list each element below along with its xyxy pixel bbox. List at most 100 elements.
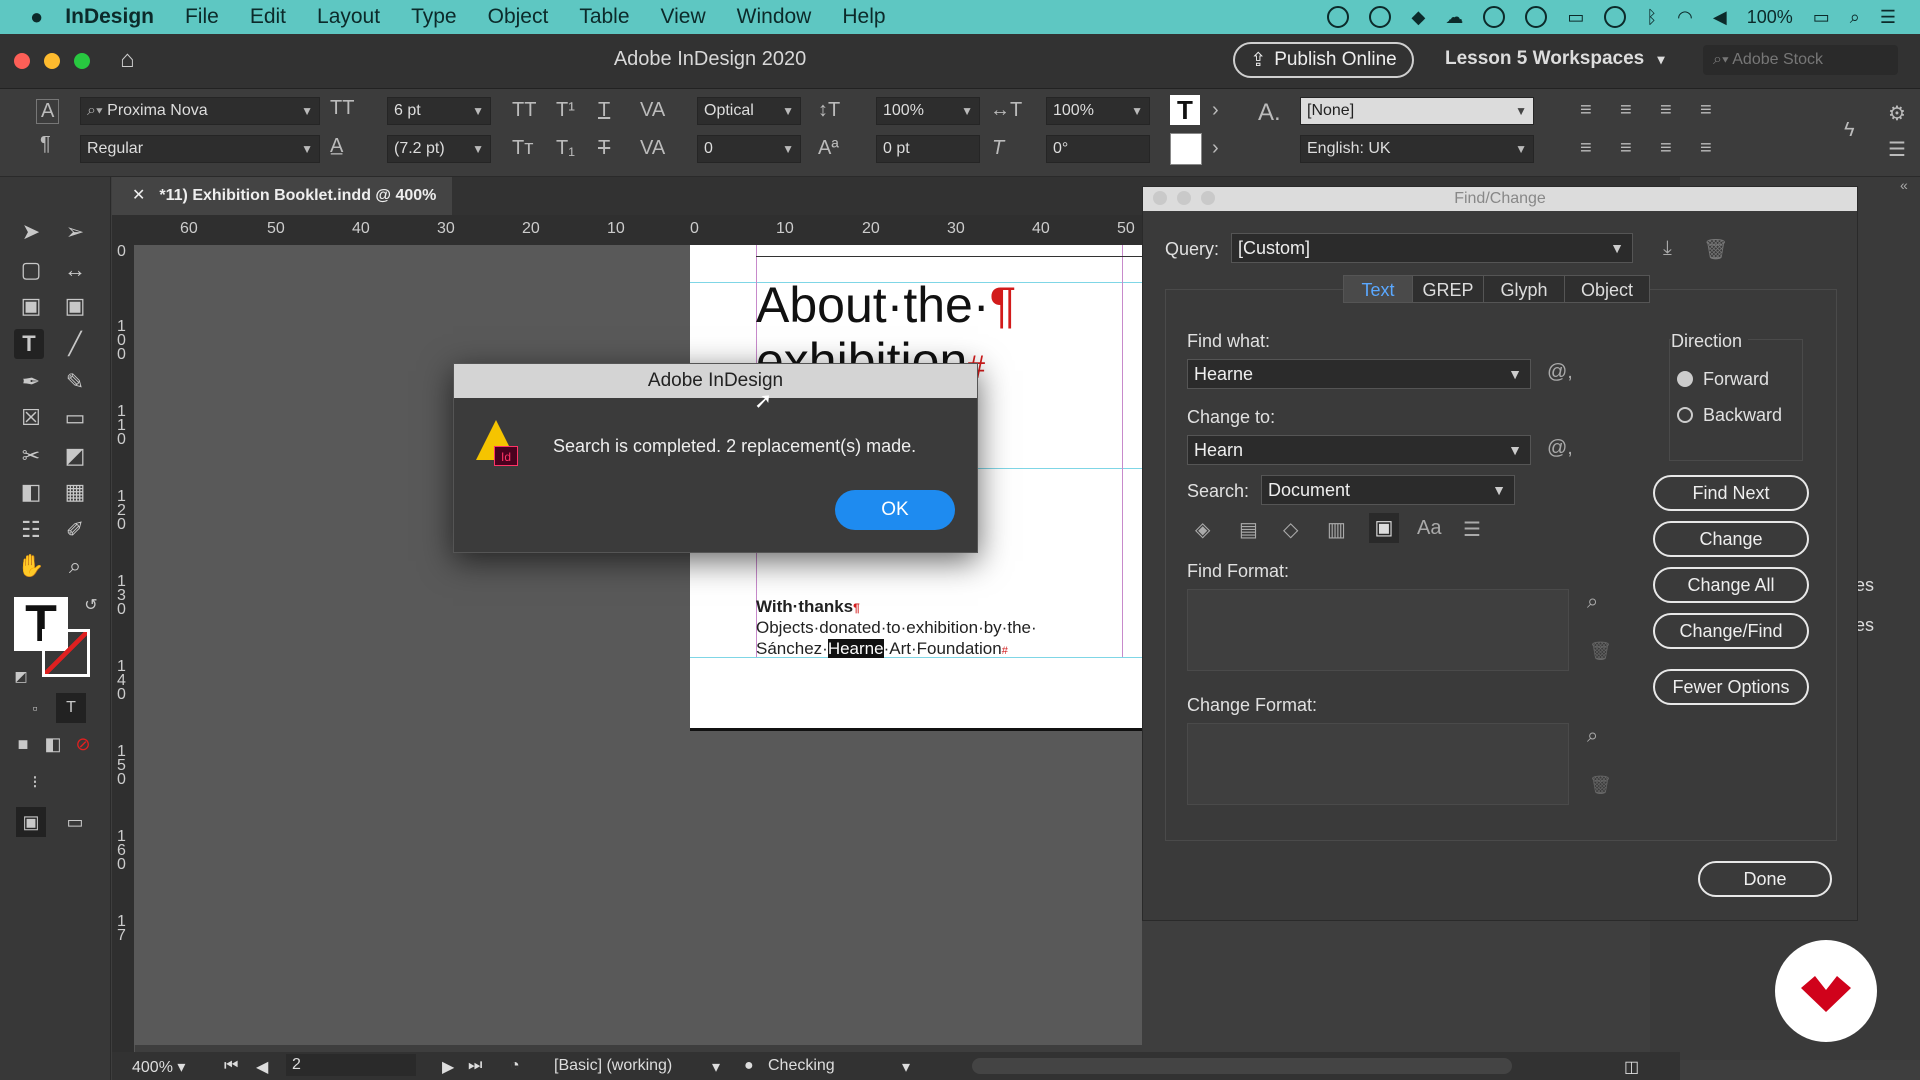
lightning-icon[interactable]: ϟ (1844, 119, 1855, 142)
body-line-2[interactable]: Sánchez·Hearne·Art·Foundation# (756, 639, 1008, 659)
horizontal-scrollbar[interactable] (972, 1058, 1512, 1074)
find-format-box[interactable] (1187, 589, 1569, 671)
kerning-field[interactable]: Optical ▼ (697, 97, 801, 125)
selection-tool-icon[interactable]: ➤ (16, 217, 46, 247)
type-tool-icon[interactable]: T (14, 329, 44, 359)
time-machine-icon[interactable] (1604, 6, 1627, 28)
next-page-icon[interactable]: ▶ (442, 1057, 454, 1077)
include-footnotes-icon[interactable]: ▣ (1369, 513, 1399, 543)
gap-tool-icon[interactable]: ↔ (60, 255, 90, 285)
apply-gradient-icon[interactable]: ◧ (38, 729, 68, 759)
eyedropper-tool-icon[interactable]: ✐ (60, 515, 90, 545)
search-scope-dropdown[interactable]: Document ▼ (1261, 475, 1515, 505)
note-tool-icon[interactable]: ☷ (16, 515, 46, 545)
strikethrough-icon[interactable]: T (598, 137, 610, 160)
ok-button[interactable]: OK (835, 490, 955, 530)
collapse-panels-icon[interactable]: « (1900, 177, 1908, 193)
adobe-stock-search[interactable]: ⌕▾ Adobe Stock (1703, 45, 1898, 75)
special-characters-icon[interactable]: @, (1547, 437, 1573, 460)
control-center-icon[interactable]: ☰ (1880, 7, 1896, 28)
first-page-icon[interactable]: ⏮ (224, 1057, 238, 1075)
whole-word-icon[interactable]: ☰ (1463, 517, 1481, 542)
language-field[interactable]: English: UK ▼ (1300, 135, 1534, 163)
justify-center-icon[interactable]: ≡ (1620, 137, 1632, 160)
menu-window[interactable]: Window (737, 5, 812, 29)
rectangle-tool-icon[interactable]: ▭ (60, 403, 90, 433)
content-collector-icon[interactable]: ▣ (16, 291, 46, 321)
trash-icon[interactable]: 🗑 (1589, 641, 1612, 662)
default-colors-icon[interactable]: ◩ (6, 661, 36, 691)
normal-view-icon[interactable]: ▣ (16, 807, 46, 837)
dropbox-icon[interactable]: ◆ (1411, 7, 1425, 28)
battery-icon[interactable]: ▭ (1813, 7, 1830, 28)
trash-icon[interactable]: 🗑 (1703, 237, 1728, 262)
last-page-icon[interactable]: ⏭ (468, 1057, 482, 1075)
split-view-icon[interactable]: ◫ (1624, 1057, 1639, 1077)
forward-radio[interactable] (1677, 371, 1693, 387)
close-dialog-button[interactable] (1153, 191, 1167, 205)
hand-tool-icon[interactable]: ✋ (16, 551, 46, 581)
change-button[interactable]: Change (1653, 521, 1809, 557)
document-tab[interactable]: ✕ *11) Exhibition Booklet.indd @ 400% (112, 177, 452, 215)
align-right-icon[interactable]: ≡ (1660, 99, 1672, 122)
chevron-right-icon[interactable]: › (1212, 99, 1219, 122)
font-style-field[interactable]: Regular ▼ (80, 135, 320, 163)
find-what-input[interactable]: Hearne ▼ (1187, 359, 1531, 389)
zoom-field[interactable]: 400% ▾ (132, 1057, 185, 1077)
tab-glyph[interactable]: Glyph (1483, 275, 1565, 303)
align-left-icon[interactable]: ≡ (1580, 99, 1592, 122)
include-master-pages-icon[interactable]: ▥ (1327, 517, 1346, 542)
specify-change-format-icon[interactable]: ⌕ (1587, 725, 1598, 748)
creative-cloud-icon[interactable] (1369, 6, 1392, 28)
underline-icon[interactable]: T (598, 99, 610, 122)
specify-find-format-icon[interactable]: ⌕ (1587, 591, 1598, 614)
line-tool-icon[interactable]: ╱ (60, 329, 90, 359)
gradient-feather-tool-icon[interactable]: ▦ (60, 477, 90, 507)
sync-icon[interactable] (1483, 6, 1506, 28)
save-query-icon[interactable]: ⤓ (1663, 237, 1672, 260)
apply-none-icon[interactable]: ⊘ (68, 729, 98, 759)
chevron-down-icon[interactable]: ▾ (712, 1057, 720, 1077)
thanks-line[interactable]: With·thanks¶ (756, 597, 860, 617)
chevron-right-icon[interactable]: › (1212, 137, 1219, 160)
swap-colors-icon[interactable]: ↺ (76, 591, 106, 621)
case-sensitive-icon[interactable]: Aa (1417, 517, 1441, 540)
font-size-field[interactable]: 6 pt ▼ (387, 97, 491, 125)
tab-grep[interactable]: GREP (1412, 275, 1484, 303)
menu-layout[interactable]: Layout (317, 5, 380, 29)
tab-text[interactable]: Text (1343, 275, 1413, 303)
workspace-switcher[interactable]: Lesson 5 Workspaces ▾ (1445, 48, 1665, 70)
screen-mode-icon[interactable]: ▭ (60, 807, 90, 837)
fewer-options-button[interactable]: Fewer Options (1653, 669, 1809, 705)
character-style-field[interactable]: [None] ▼ (1300, 97, 1534, 125)
menu-edit[interactable]: Edit (250, 5, 286, 29)
pen-tool-icon[interactable]: ✒ (16, 367, 46, 397)
menu-app[interactable]: InDesign (65, 5, 154, 29)
align-away-spine-icon[interactable]: ≡ (1700, 137, 1712, 160)
superscript-icon[interactable]: T¹ (556, 99, 575, 122)
rectangle-frame-tool-icon[interactable]: ☒ (16, 403, 46, 433)
align-center-icon[interactable]: ≡ (1620, 99, 1632, 122)
fill-color-icon[interactable]: T (1170, 95, 1200, 125)
formatting-container-icon[interactable]: ▫ (20, 693, 50, 723)
menu-table[interactable]: Table (579, 5, 629, 29)
content-placer-icon[interactable]: ▣ (60, 291, 90, 321)
scissors-tool-icon[interactable]: ✂ (16, 441, 46, 471)
menu-type[interactable]: Type (411, 5, 457, 29)
paragraph-formatting-icon[interactable]: ¶ (40, 133, 51, 156)
backward-radio[interactable] (1677, 407, 1693, 423)
wifi-icon[interactable]: ◠ (1677, 7, 1693, 28)
leading-field[interactable]: (7.2 pt) ▼ (387, 135, 491, 163)
justify-all-icon[interactable]: ≡ (1660, 137, 1672, 160)
align-towards-spine-icon[interactable]: ≡ (1700, 99, 1712, 122)
gear-icon[interactable]: ⚙ (1888, 101, 1906, 126)
minimize-dialog-button[interactable] (1177, 191, 1191, 205)
zoom-tool-icon[interactable]: ⌕ (60, 551, 90, 581)
menu-file[interactable]: File (185, 5, 219, 29)
small-caps-icon[interactable]: Tт (512, 137, 533, 160)
change-to-input[interactable]: Hearn ▼ (1187, 435, 1531, 465)
zoom-dialog-button[interactable] (1201, 191, 1215, 205)
airplay-icon[interactable]: ▭ (1567, 7, 1584, 28)
volume-icon[interactable]: ◀ (1713, 7, 1727, 28)
find-next-button[interactable]: Find Next (1653, 475, 1809, 511)
